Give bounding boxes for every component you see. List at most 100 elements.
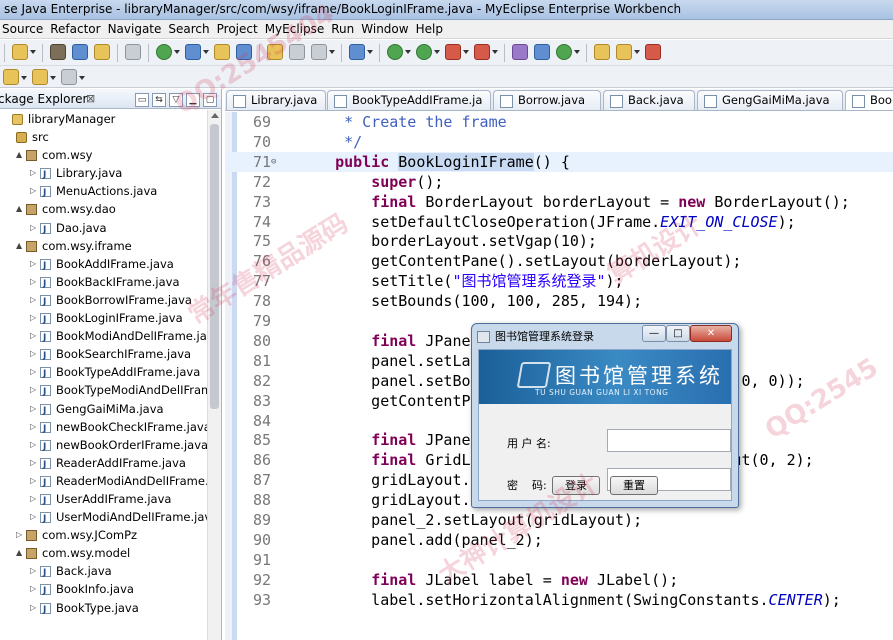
dropdown-arrow-icon[interactable] — [203, 50, 209, 54]
tree-item[interactable]: ▷ Library.java — [0, 164, 208, 184]
task-icon[interactable] — [311, 44, 327, 60]
forward-icon[interactable] — [61, 69, 77, 85]
tree-item[interactable]: ▷ newBookCheckIFrame.java — [0, 418, 208, 438]
maximize-view-icon[interactable]: ▢ — [203, 93, 217, 107]
run-icon[interactable] — [156, 44, 172, 60]
tree-item[interactable]: ▷ BookTypeModiAndDelIFram — [0, 381, 208, 401]
tree-item[interactable]: ▷ com.wsy.JComPz — [0, 526, 208, 544]
tree-item[interactable]: ▲ com.wsy — [0, 146, 208, 164]
minimize-view-icon[interactable]: ▁ — [186, 93, 200, 107]
collapsed-twisty-icon[interactable]: ▷ — [30, 182, 36, 200]
collapse-all-icon[interactable]: ▭ — [135, 93, 149, 107]
globe-icon[interactable] — [236, 44, 252, 60]
expanded-twisty-icon[interactable]: ▲ — [16, 200, 22, 218]
print-icon[interactable] — [72, 44, 88, 60]
link-editor-icon[interactable]: ⇆ — [152, 93, 166, 107]
expanded-twisty-icon[interactable]: ▲ — [16, 544, 22, 562]
dropdown-arrow-icon[interactable] — [634, 50, 640, 54]
menu-navigate[interactable]: Navigate — [104, 20, 165, 36]
web-project-icon[interactable] — [185, 44, 201, 60]
stop-icon[interactable] — [645, 44, 661, 60]
menu-help[interactable]: Help — [412, 20, 446, 36]
collapsed-twisty-icon[interactable]: ▷ — [30, 345, 36, 363]
tree-item[interactable]: ▷ BookSearchIFrame.java — [0, 345, 208, 365]
tree-item[interactable]: ▷ Back.java — [0, 562, 208, 582]
editor-tab[interactable]: BookTypeAddIFrame.ja — [327, 90, 491, 110]
collapsed-twisty-icon[interactable]: ▷ — [30, 418, 36, 436]
back-icon[interactable] — [32, 69, 48, 85]
tree-item[interactable]: ▷ BookModiAndDelIFrame.jav — [0, 327, 208, 347]
dropdown-arrow-icon[interactable] — [463, 50, 469, 54]
collapsed-twisty-icon[interactable]: ▷ — [30, 219, 36, 237]
error-icon[interactable] — [474, 44, 490, 60]
collapsed-twisty-icon[interactable]: ▷ — [30, 562, 36, 580]
tree-item[interactable]: ▷ UserModiAndDelIFrame.java — [0, 508, 208, 528]
menu-refactor[interactable]: Refactor — [46, 20, 103, 36]
menu-myeclipse[interactable]: MyEclipse — [261, 20, 328, 36]
reset-button[interactable]: 重置 — [610, 476, 658, 495]
tree-item[interactable]: ▲ com.wsy.iframe — [0, 237, 208, 255]
collapsed-twisty-icon[interactable]: ▷ — [30, 454, 36, 472]
scroll-up-arrow-icon[interactable] — [211, 113, 219, 118]
search-icon[interactable] — [289, 44, 305, 60]
refactor-icon[interactable] — [512, 44, 528, 60]
dropdown-arrow-icon[interactable] — [30, 50, 36, 54]
tree-item[interactable]: libraryManager — [0, 110, 208, 128]
tree-item[interactable]: ▷ BookLoginIFrame.java — [0, 309, 208, 329]
tree-item[interactable]: ▷ ReaderAddIFrame.java — [0, 454, 208, 474]
collapsed-twisty-icon[interactable]: ▷ — [30, 580, 36, 598]
dropdown-arrow-icon[interactable] — [367, 50, 373, 54]
tree-item[interactable]: ▷ BookAddIFrame.java — [0, 255, 208, 275]
open-type-icon[interactable] — [267, 44, 283, 60]
collapsed-twisty-icon[interactable]: ▷ — [30, 291, 36, 309]
open-folder-icon[interactable] — [94, 44, 110, 60]
sync-icon[interactable] — [556, 44, 572, 60]
collapsed-twisty-icon[interactable]: ▷ — [30, 490, 36, 508]
menu-source[interactable]: Source — [0, 20, 46, 36]
collapsed-twisty-icon[interactable]: ▷ — [30, 436, 36, 454]
server-icon[interactable] — [125, 44, 141, 60]
editor-tab[interactable]: Bool — [845, 90, 893, 110]
view-menu-icon[interactable]: ▽ — [169, 93, 183, 107]
tree-item[interactable]: ▷ UserAddIFrame.java — [0, 490, 208, 510]
expanded-twisty-icon[interactable]: ▲ — [16, 146, 22, 164]
edit-icon[interactable] — [616, 44, 632, 60]
tree-item[interactable]: ▲ com.wsy.dao — [0, 200, 208, 218]
collapsed-twisty-icon[interactable]: ▷ — [30, 599, 36, 617]
editor-tab[interactable]: Library.java — [226, 90, 326, 110]
debug-icon[interactable] — [387, 44, 403, 60]
menu-project[interactable]: Project — [213, 20, 261, 36]
fold-toggle-icon[interactable]: ⊖ — [271, 152, 276, 172]
tree-item[interactable]: ▷ BookType.java — [0, 599, 208, 619]
tree-scrollbar[interactable] — [207, 110, 221, 640]
tree-item[interactable]: ▷ MenuActions.java — [0, 182, 208, 202]
tree-item[interactable]: ▲ com.wsy.model — [0, 544, 208, 562]
collapsed-twisty-icon[interactable]: ▷ — [30, 508, 36, 526]
close-view-icon[interactable]: ⊠ — [86, 92, 95, 105]
dropdown-arrow-icon[interactable] — [492, 50, 498, 54]
menu-run[interactable]: Run — [327, 20, 357, 36]
collapsed-twisty-icon[interactable]: ▷ — [30, 309, 36, 327]
hierarchy-icon[interactable] — [534, 44, 550, 60]
dropdown-arrow-icon[interactable] — [574, 50, 580, 54]
dropdown-arrow-icon[interactable] — [79, 76, 85, 80]
tree-item[interactable]: src — [0, 128, 208, 146]
collapsed-twisty-icon[interactable]: ▷ — [30, 164, 36, 182]
tree-item[interactable]: ▷ Dao.java — [0, 219, 208, 239]
tree-item[interactable]: ▷ BookTypeAddIFrame.java — [0, 363, 208, 383]
external-tools-icon[interactable] — [445, 44, 461, 60]
dropdown-arrow-icon[interactable] — [50, 76, 56, 80]
dropdown-arrow-icon[interactable] — [21, 76, 27, 80]
tree-item[interactable]: ▷ ReaderModiAndDelIFrame.j — [0, 472, 208, 492]
deploy-icon[interactable] — [214, 44, 230, 60]
tree-item[interactable]: ▷ GengGaiMiMa.java — [0, 400, 208, 420]
minimize-icon[interactable]: — — [642, 325, 666, 342]
collapsed-twisty-icon[interactable]: ▷ — [30, 381, 36, 399]
tree-item[interactable]: ▷ newBookOrderIFrame.java — [0, 436, 208, 456]
collapsed-twisty-icon[interactable]: ▷ — [16, 526, 22, 544]
dropdown-arrow-icon[interactable] — [405, 50, 411, 54]
next-annotation-icon[interactable] — [3, 69, 19, 85]
editor-tab[interactable]: GengGaiMiMa.java — [697, 90, 843, 110]
expanded-twisty-icon[interactable]: ▲ — [16, 237, 22, 255]
dropdown-arrow-icon[interactable] — [174, 50, 180, 54]
